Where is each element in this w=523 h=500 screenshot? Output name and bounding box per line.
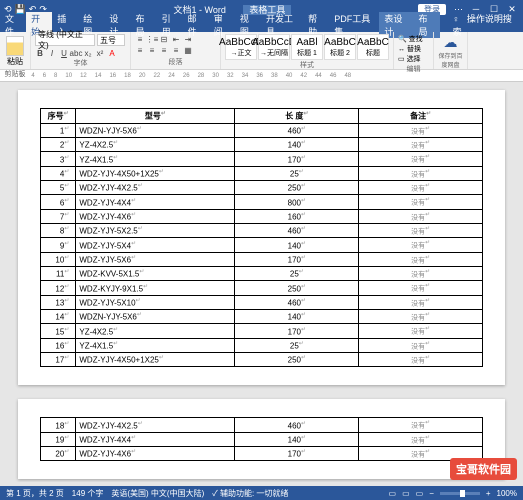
table-row[interactable]: 16↵YZ-4X1.5↵25↵没有↵ xyxy=(41,338,483,352)
table-header: 序号↵ xyxy=(41,109,76,124)
zoom-out-icon[interactable]: − xyxy=(429,489,434,498)
style-3[interactable]: AaBbC标题 2 xyxy=(324,34,356,60)
strike-icon[interactable]: abc xyxy=(71,48,81,58)
table-row[interactable]: 8↵WDZ-YJY-5X2.5↵460↵没有↵ xyxy=(41,223,483,237)
bold-icon[interactable]: B xyxy=(35,48,45,58)
align-center-icon[interactable]: ≡ xyxy=(147,46,157,56)
underline-icon[interactable]: U xyxy=(59,48,69,58)
table-row[interactable]: 11↵WDZ-KVV-5X1.5↵25↵没有↵ xyxy=(41,266,483,280)
bullets-icon[interactable]: ≡ xyxy=(135,34,145,44)
accessibility-status[interactable]: ✓ 辅助功能: 一切就绪 xyxy=(212,488,288,499)
table-row[interactable]: 6↵WDZ-YJY-4X4↵800↵没有↵ xyxy=(41,195,483,209)
table-row[interactable]: 9↵WDZ-YJY-5X4↵140↵没有↵ xyxy=(41,238,483,252)
view-web-icon[interactable]: ▭ xyxy=(416,489,424,498)
table-row[interactable]: 12↵WDZ-KYJY-9X1.5↵250↵没有↵ xyxy=(41,281,483,295)
zoom-in-icon[interactable]: + xyxy=(486,489,491,498)
font-name-select[interactable]: 等线 (中文正文) xyxy=(35,34,95,46)
table-row[interactable]: 15↵YZ-4X2.5↵170↵没有↵ xyxy=(41,324,483,338)
subscript-icon[interactable]: x₂ xyxy=(83,48,93,58)
ribbon-clipboard-group: 粘贴 剪贴板 xyxy=(0,32,31,69)
page-2: 18↵WDZ-YJY-4X2.5↵460↵没有↵19↵WDZ-YJY-4X4↵1… xyxy=(18,399,505,479)
shading-icon[interactable]: ▦ xyxy=(183,46,193,56)
table-row[interactable]: 20↵WDZ-YJY-4X6↵170↵没有↵ xyxy=(41,446,483,460)
watermark: 宝哥软件园 xyxy=(450,458,517,480)
table-row[interactable]: 3↵YZ-4X1.5↵170↵没有↵ xyxy=(41,152,483,166)
superscript-icon[interactable]: x² xyxy=(95,48,105,58)
table-row[interactable]: 5↵WDZ-YJY-4X2.5↵250↵没有↵ xyxy=(41,180,483,194)
word-count[interactable]: 149 个字 xyxy=(72,488,104,499)
replace-button[interactable]: ↔ 替换 xyxy=(398,44,429,54)
paste-icon xyxy=(6,36,24,56)
table-row[interactable]: 4↵WDZ-YJY-4X50+1X25↵25↵没有↵ xyxy=(41,166,483,180)
page-1: 序号↵型号↵长 度↵备注↵ 1↵WDZN-YJY-5X6↵460↵没有↵2↵YZ… xyxy=(18,90,505,385)
align-right-icon[interactable]: ≡ xyxy=(159,46,169,56)
table-row[interactable]: 13↵WDZ-YJY-5X10↵460↵没有↵ xyxy=(41,295,483,309)
zoom-level[interactable]: 100% xyxy=(497,489,517,498)
table-row[interactable]: 2↵YZ-4X2.5↵140↵没有↵ xyxy=(41,137,483,151)
table-row[interactable]: 10↵WDZ-YJY-5X6↵170↵没有↵ xyxy=(41,252,483,266)
table-header: 备注↵ xyxy=(359,109,483,124)
ribbon-save-group: ☁ 保存到百度网盘 xyxy=(434,32,468,69)
paste-button[interactable]: 粘贴 xyxy=(4,34,26,69)
numbering-icon[interactable]: ⋮≡ xyxy=(147,34,157,44)
table-header: 长 度↵ xyxy=(235,109,359,124)
indent-right-icon[interactable]: ⇥ xyxy=(183,34,193,44)
find-button[interactable]: 🔍 查找 xyxy=(398,34,429,44)
ribbon-font-group: 等线 (中文正文) 五号 B I U abc x₂ x² A 字体 xyxy=(31,32,131,69)
ribbon: 粘贴 剪贴板 等线 (中文正文) 五号 B I U abc x₂ x² A 字体… xyxy=(0,32,523,70)
main-table-continued[interactable]: 18↵WDZ-YJY-4X2.5↵460↵没有↵19↵WDZ-YJY-4X4↵1… xyxy=(40,417,483,461)
table-row[interactable]: 7↵WDZ-YJY-4X6↵160↵没有↵ xyxy=(41,209,483,223)
style-1[interactable]: AaBbCcD→无间隔 xyxy=(258,34,290,60)
view-print-icon[interactable]: ▭ xyxy=(402,489,410,498)
style-2[interactable]: AaBl标题 1 xyxy=(291,34,323,60)
table-row[interactable]: 1↵WDZN-YJY-5X6↵460↵没有↵ xyxy=(41,123,483,137)
horizontal-ruler[interactable]: 2468101214161820222426283032343638404244… xyxy=(0,70,523,82)
language-indicator[interactable]: 英语(美国) 中文(中国大陆) xyxy=(111,488,204,499)
page-indicator[interactable]: 第 1 页，共 2 页 xyxy=(6,488,64,499)
save-cloud-button[interactable]: ☁ xyxy=(438,34,463,51)
italic-icon[interactable]: I xyxy=(47,48,57,58)
zoom-slider[interactable] xyxy=(440,492,480,495)
select-button[interactable]: ▭ 选择 xyxy=(398,54,429,64)
ribbon-styles-group: AaBbCcD→正文AaBbCcD→无间隔AaBl标题 1AaBbC标题 2Aa… xyxy=(221,32,394,69)
table-row[interactable]: 14↵WDZN-YJY-5X6↵140↵没有↵ xyxy=(41,309,483,323)
font-size-select[interactable]: 五号 xyxy=(97,34,125,46)
font-color-icon[interactable]: A xyxy=(107,48,117,58)
status-bar: 第 1 页，共 2 页 149 个字 英语(美国) 中文(中国大陆) ✓ 辅助功… xyxy=(0,486,523,500)
main-table[interactable]: 序号↵型号↵长 度↵备注↵ 1↵WDZN-YJY-5X6↵460↵没有↵2↵YZ… xyxy=(40,108,483,367)
style-4[interactable]: AaBbC标题 xyxy=(357,34,389,60)
ribbon-paragraph-group: ≡ ⋮≡ ⊟ ⇤ ⇥ ≡ ≡ ≡ ≡ ▦ 段落 xyxy=(131,32,221,69)
multilevel-icon[interactable]: ⊟ xyxy=(159,34,169,44)
ribbon-editing-group: 🔍 查找 ↔ 替换 ▭ 选择 编辑 xyxy=(394,32,434,69)
align-left-icon[interactable]: ≡ xyxy=(135,46,145,56)
table-row[interactable]: 18↵WDZ-YJY-4X2.5↵460↵没有↵ xyxy=(41,418,483,432)
indent-left-icon[interactable]: ⇤ xyxy=(171,34,181,44)
view-read-icon[interactable]: ▭ xyxy=(389,489,397,498)
table-row[interactable]: 19↵WDZ-YJY-4X4↵140↵没有↵ xyxy=(41,432,483,446)
document-area[interactable]: 序号↵型号↵长 度↵备注↵ 1↵WDZN-YJY-5X6↵460↵没有↵2↵YZ… xyxy=(0,82,523,482)
table-row[interactable]: 17↵WDZ-YJY-4X50+1X25↵250↵没有↵ xyxy=(41,352,483,366)
justify-icon[interactable]: ≡ xyxy=(171,46,181,56)
table-header: 型号↵ xyxy=(76,109,235,124)
